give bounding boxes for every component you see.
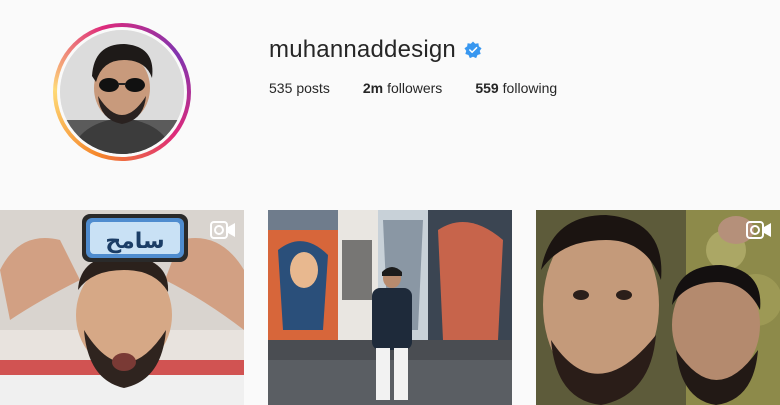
profile-stats: 535 posts 2m followers 559 following [269, 80, 557, 96]
posts-label: posts [296, 80, 330, 96]
post-tile[interactable]: سامح [0, 210, 244, 405]
post-overlay-text: سامح [105, 229, 164, 254]
following-number: 559 [475, 80, 499, 96]
avatar-gap [57, 27, 187, 157]
posts-count: 535 posts [269, 80, 330, 96]
verified-badge-icon [464, 41, 482, 59]
video-camera-icon [746, 220, 772, 240]
post-tile[interactable] [536, 210, 780, 405]
post-thumbnail [268, 210, 512, 405]
post-tile[interactable] [268, 210, 512, 405]
post-thumbnail: سامح [0, 210, 244, 405]
profile-avatar-ring[interactable] [53, 23, 191, 161]
following-link[interactable]: 559 following [475, 80, 557, 96]
posts-grid: سامح [0, 210, 780, 405]
avatar-photo [60, 30, 184, 154]
video-camera-icon [210, 220, 236, 240]
username: muhannaddesign [269, 36, 456, 63]
post-thumbnail [536, 210, 780, 405]
followers-label: followers [387, 80, 443, 96]
posts-number: 535 [269, 80, 293, 96]
followers-link[interactable]: 2m followers [363, 80, 442, 96]
profile-avatar[interactable] [60, 30, 184, 154]
followers-number: 2m [362, 80, 384, 96]
profile-header: muhannaddesign [269, 34, 482, 66]
following-label: following [502, 80, 558, 96]
